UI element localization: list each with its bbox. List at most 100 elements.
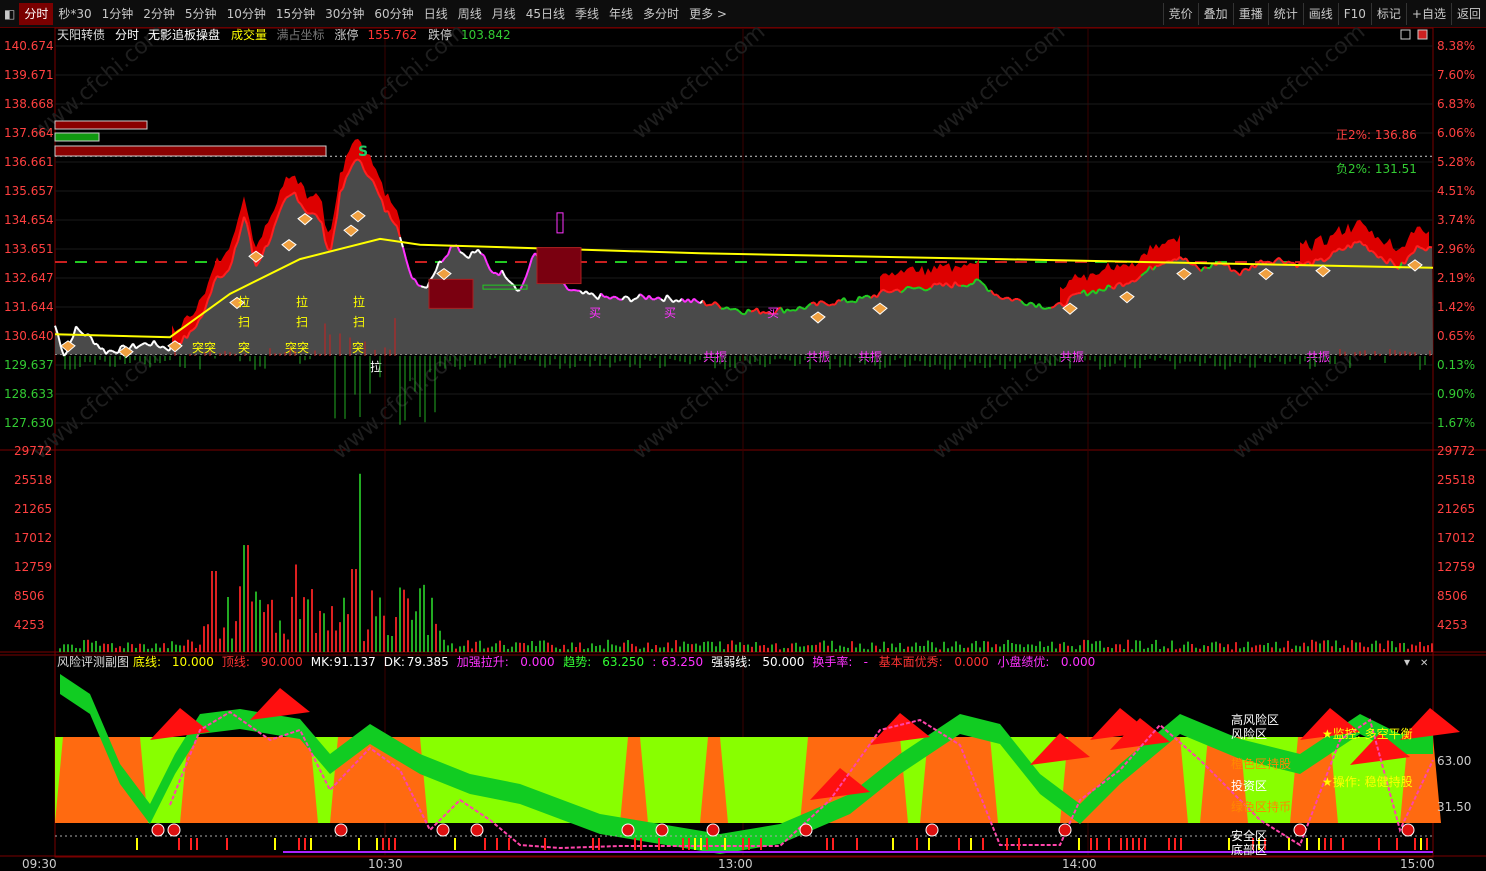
period-tab-10[interactable]: 周线 (453, 3, 487, 25)
volume-bar (899, 642, 901, 652)
settings-icon[interactable] (1400, 29, 1411, 40)
volume-bar (1355, 642, 1357, 652)
signal-bar (178, 838, 180, 850)
alert-circle-icon (925, 823, 939, 837)
volume-bar (859, 643, 861, 652)
volume-bar (487, 647, 489, 652)
period-tab-8[interactable]: 60分钟 (369, 3, 418, 25)
legend-bar (54, 145, 327, 157)
volume-bar (231, 638, 233, 652)
volume-bar (983, 641, 985, 652)
volume-bar (523, 643, 525, 652)
volume-bar (251, 601, 253, 652)
toolbar-button-4[interactable]: 画线 (1302, 2, 1338, 25)
sub-item-value: 50.000 (762, 655, 804, 669)
volume-bar (83, 640, 85, 652)
volume-bar (219, 638, 221, 652)
volume-bar (99, 645, 101, 652)
period-tab-6[interactable]: 15分钟 (271, 3, 320, 25)
signal-bar (274, 838, 276, 850)
period-tab-14[interactable]: 年线 (604, 3, 638, 25)
period-tab-9[interactable]: 日线 (419, 3, 453, 25)
volume-bar (1075, 649, 1077, 652)
collapse-icon: ▾ (1404, 655, 1410, 669)
sub-tick-label: 31.50 (1437, 800, 1471, 814)
period-tab-13[interactable]: 季线 (570, 3, 604, 25)
period-tab-15[interactable]: 多分时 (638, 3, 684, 25)
toolbar-button-3[interactable]: 统计 (1267, 2, 1303, 25)
volume-bar (287, 639, 289, 652)
volume-bar (1351, 640, 1353, 652)
toolbar-button-2[interactable]: 重播 (1232, 2, 1268, 25)
period-tab-0[interactable]: 分时 (19, 2, 54, 25)
window-menu-icon[interactable]: ◧ (0, 7, 19, 21)
price-line-segment (828, 303, 833, 307)
toolbar-button-6[interactable]: 标记 (1370, 2, 1406, 25)
volume-bar (1327, 640, 1329, 652)
period-tab-3[interactable]: 2分钟 (138, 3, 180, 25)
sub-item-label: 底线: (133, 654, 161, 669)
volume-bar (1123, 649, 1125, 652)
volume-bar (767, 647, 769, 652)
toolbar-button-0[interactable]: 竞价 (1162, 2, 1198, 25)
volume-bar (979, 647, 981, 652)
sub-title: 风险评测副图 (57, 654, 129, 669)
volume-bar (1083, 639, 1085, 652)
toolbar-button-7[interactable]: +自选 (1405, 2, 1451, 25)
signal-bar (544, 838, 546, 850)
record-icon[interactable] (1417, 29, 1428, 40)
signal-bar (1006, 838, 1008, 850)
price-line-segment (219, 275, 224, 279)
volume-bar (1407, 648, 1409, 652)
header-4: 满占坐标 (277, 27, 325, 42)
volume-bar (159, 647, 161, 652)
volume-bar (331, 606, 333, 652)
period-tab-7[interactable]: 30分钟 (320, 3, 369, 25)
toolbar-button-5[interactable]: F10 (1337, 2, 1371, 25)
signal-bar (706, 838, 708, 850)
volume-bar (815, 644, 817, 652)
volume-bar (963, 647, 965, 652)
volume-bar (391, 636, 393, 652)
period-tab-2[interactable]: 1分钟 (97, 3, 139, 25)
signal-bar (1396, 838, 1398, 850)
volume-bar (1215, 641, 1217, 652)
signal-bar (916, 838, 918, 850)
toolbar-button-8[interactable]: 返回 (1450, 2, 1486, 25)
volume-bar (171, 641, 173, 652)
price-line-segment (411, 277, 416, 281)
period-tab-16[interactable]: 更多 > (684, 3, 732, 25)
volume-bar (351, 569, 353, 652)
price-line-segment (975, 278, 980, 282)
volume-bar (1159, 648, 1161, 652)
volume-bar (1331, 646, 1333, 652)
period-tab-11[interactable]: 月线 (487, 3, 521, 25)
volume-bar (115, 647, 117, 652)
volume-bar (283, 633, 285, 652)
price-line-segment (885, 290, 890, 294)
volume-bar (1303, 642, 1305, 652)
volume-bar (1247, 641, 1249, 652)
volume-bar (1211, 642, 1213, 652)
volume-bar (515, 642, 517, 652)
period-tab-12[interactable]: 45日线 (521, 3, 570, 25)
period-tab-1[interactable]: 秒*30 (53, 3, 96, 25)
toolbar-button-1[interactable]: 叠加 (1197, 2, 1233, 25)
alert-circle-icon (706, 823, 720, 837)
volume-bar (123, 648, 125, 652)
signal-bar (388, 838, 390, 850)
period-tab-5[interactable]: 10分钟 (222, 3, 271, 25)
signal-bar (1330, 838, 1332, 850)
signal-bar (1096, 838, 1098, 850)
sweep-marker: 扫 (296, 315, 308, 329)
volume-bar (723, 649, 725, 652)
signal-bar (1126, 838, 1128, 850)
volume-bar (1431, 643, 1433, 652)
period-tab-4[interactable]: 5分钟 (180, 3, 222, 25)
volume-bar (771, 644, 773, 652)
volume-bar (1311, 639, 1313, 652)
volume-bar (579, 642, 581, 652)
legend-bar (54, 132, 100, 142)
volume-bar (71, 644, 73, 652)
volume-bar (295, 564, 297, 652)
